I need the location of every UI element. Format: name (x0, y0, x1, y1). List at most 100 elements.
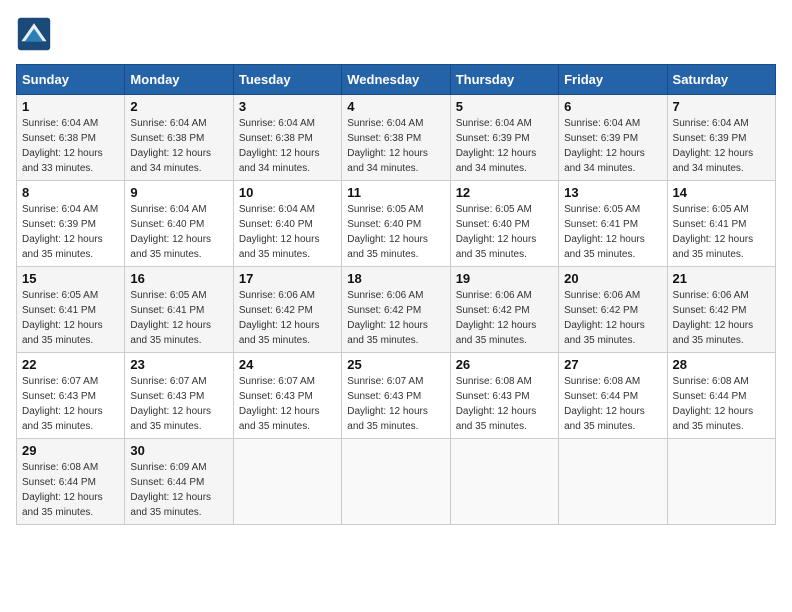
day-detail: Sunrise: 6:05 AM Sunset: 6:41 PM Dayligh… (22, 288, 119, 348)
day-detail: Sunrise: 6:05 AM Sunset: 6:40 PM Dayligh… (347, 202, 444, 262)
empty-cell (342, 439, 450, 525)
day-detail: Sunrise: 6:04 AM Sunset: 6:38 PM Dayligh… (130, 116, 227, 176)
day-cell-1: 1 Sunrise: 6:04 AM Sunset: 6:38 PM Dayli… (17, 95, 125, 181)
calendar-table: Sunday Monday Tuesday Wednesday Thursday… (16, 64, 776, 525)
day-number: 24 (239, 357, 336, 372)
day-number: 19 (456, 271, 553, 286)
day-cell-13: 13 Sunrise: 6:05 AM Sunset: 6:41 PM Dayl… (559, 181, 667, 267)
day-number: 21 (673, 271, 770, 286)
day-detail: Sunrise: 6:05 AM Sunset: 6:41 PM Dayligh… (130, 288, 227, 348)
header-tuesday: Tuesday (233, 65, 341, 95)
day-detail: Sunrise: 6:09 AM Sunset: 6:44 PM Dayligh… (130, 460, 227, 520)
day-cell-12: 12 Sunrise: 6:05 AM Sunset: 6:40 PM Dayl… (450, 181, 558, 267)
day-cell-18: 18 Sunrise: 6:06 AM Sunset: 6:42 PM Dayl… (342, 267, 450, 353)
day-cell-6: 6 Sunrise: 6:04 AM Sunset: 6:39 PM Dayli… (559, 95, 667, 181)
day-number: 22 (22, 357, 119, 372)
day-detail: Sunrise: 6:04 AM Sunset: 6:40 PM Dayligh… (239, 202, 336, 262)
calendar-row: 29 Sunrise: 6:08 AM Sunset: 6:44 PM Dayl… (17, 439, 776, 525)
page-header (16, 16, 776, 52)
day-detail: Sunrise: 6:07 AM Sunset: 6:43 PM Dayligh… (347, 374, 444, 434)
day-number: 3 (239, 99, 336, 114)
day-number: 27 (564, 357, 661, 372)
header-friday: Friday (559, 65, 667, 95)
empty-cell (233, 439, 341, 525)
day-number: 17 (239, 271, 336, 286)
day-cell-27: 27 Sunrise: 6:08 AM Sunset: 6:44 PM Dayl… (559, 353, 667, 439)
day-detail: Sunrise: 6:08 AM Sunset: 6:44 PM Dayligh… (22, 460, 119, 520)
calendar-row: 8 Sunrise: 6:04 AM Sunset: 6:39 PM Dayli… (17, 181, 776, 267)
day-number: 10 (239, 185, 336, 200)
day-number: 8 (22, 185, 119, 200)
day-cell-21: 21 Sunrise: 6:06 AM Sunset: 6:42 PM Dayl… (667, 267, 775, 353)
day-number: 9 (130, 185, 227, 200)
empty-cell (450, 439, 558, 525)
day-detail: Sunrise: 6:04 AM Sunset: 6:39 PM Dayligh… (673, 116, 770, 176)
day-number: 28 (673, 357, 770, 372)
day-detail: Sunrise: 6:06 AM Sunset: 6:42 PM Dayligh… (239, 288, 336, 348)
day-cell-23: 23 Sunrise: 6:07 AM Sunset: 6:43 PM Dayl… (125, 353, 233, 439)
day-number: 25 (347, 357, 444, 372)
day-detail: Sunrise: 6:08 AM Sunset: 6:44 PM Dayligh… (564, 374, 661, 434)
day-detail: Sunrise: 6:07 AM Sunset: 6:43 PM Dayligh… (130, 374, 227, 434)
calendar-row: 15 Sunrise: 6:05 AM Sunset: 6:41 PM Dayl… (17, 267, 776, 353)
day-detail: Sunrise: 6:04 AM Sunset: 6:39 PM Dayligh… (564, 116, 661, 176)
day-cell-8: 8 Sunrise: 6:04 AM Sunset: 6:39 PM Dayli… (17, 181, 125, 267)
day-number: 30 (130, 443, 227, 458)
day-detail: Sunrise: 6:06 AM Sunset: 6:42 PM Dayligh… (673, 288, 770, 348)
day-detail: Sunrise: 6:04 AM Sunset: 6:40 PM Dayligh… (130, 202, 227, 262)
day-cell-20: 20 Sunrise: 6:06 AM Sunset: 6:42 PM Dayl… (559, 267, 667, 353)
day-number: 14 (673, 185, 770, 200)
day-number: 4 (347, 99, 444, 114)
weekday-header-row: Sunday Monday Tuesday Wednesday Thursday… (17, 65, 776, 95)
day-cell-4: 4 Sunrise: 6:04 AM Sunset: 6:38 PM Dayli… (342, 95, 450, 181)
day-cell-25: 25 Sunrise: 6:07 AM Sunset: 6:43 PM Dayl… (342, 353, 450, 439)
day-cell-2: 2 Sunrise: 6:04 AM Sunset: 6:38 PM Dayli… (125, 95, 233, 181)
day-detail: Sunrise: 6:06 AM Sunset: 6:42 PM Dayligh… (564, 288, 661, 348)
day-cell-22: 22 Sunrise: 6:07 AM Sunset: 6:43 PM Dayl… (17, 353, 125, 439)
day-cell-7: 7 Sunrise: 6:04 AM Sunset: 6:39 PM Dayli… (667, 95, 775, 181)
day-detail: Sunrise: 6:05 AM Sunset: 6:41 PM Dayligh… (673, 202, 770, 262)
day-detail: Sunrise: 6:06 AM Sunset: 6:42 PM Dayligh… (456, 288, 553, 348)
day-number: 6 (564, 99, 661, 114)
day-number: 12 (456, 185, 553, 200)
day-detail: Sunrise: 6:04 AM Sunset: 6:38 PM Dayligh… (347, 116, 444, 176)
header-wednesday: Wednesday (342, 65, 450, 95)
day-number: 23 (130, 357, 227, 372)
empty-cell (667, 439, 775, 525)
day-cell-15: 15 Sunrise: 6:05 AM Sunset: 6:41 PM Dayl… (17, 267, 125, 353)
day-number: 5 (456, 99, 553, 114)
day-number: 15 (22, 271, 119, 286)
day-detail: Sunrise: 6:08 AM Sunset: 6:43 PM Dayligh… (456, 374, 553, 434)
logo (16, 16, 56, 52)
day-cell-30: 30 Sunrise: 6:09 AM Sunset: 6:44 PM Dayl… (125, 439, 233, 525)
day-cell-14: 14 Sunrise: 6:05 AM Sunset: 6:41 PM Dayl… (667, 181, 775, 267)
day-cell-19: 19 Sunrise: 6:06 AM Sunset: 6:42 PM Dayl… (450, 267, 558, 353)
day-number: 18 (347, 271, 444, 286)
header-saturday: Saturday (667, 65, 775, 95)
calendar-row: 22 Sunrise: 6:07 AM Sunset: 6:43 PM Dayl… (17, 353, 776, 439)
empty-cell (559, 439, 667, 525)
calendar-row: 1 Sunrise: 6:04 AM Sunset: 6:38 PM Dayli… (17, 95, 776, 181)
day-cell-16: 16 Sunrise: 6:05 AM Sunset: 6:41 PM Dayl… (125, 267, 233, 353)
day-cell-29: 29 Sunrise: 6:08 AM Sunset: 6:44 PM Dayl… (17, 439, 125, 525)
day-number: 2 (130, 99, 227, 114)
day-number: 1 (22, 99, 119, 114)
day-number: 20 (564, 271, 661, 286)
day-cell-11: 11 Sunrise: 6:05 AM Sunset: 6:40 PM Dayl… (342, 181, 450, 267)
day-cell-17: 17 Sunrise: 6:06 AM Sunset: 6:42 PM Dayl… (233, 267, 341, 353)
day-detail: Sunrise: 6:05 AM Sunset: 6:41 PM Dayligh… (564, 202, 661, 262)
logo-icon (16, 16, 52, 52)
day-cell-26: 26 Sunrise: 6:08 AM Sunset: 6:43 PM Dayl… (450, 353, 558, 439)
day-cell-24: 24 Sunrise: 6:07 AM Sunset: 6:43 PM Dayl… (233, 353, 341, 439)
day-number: 26 (456, 357, 553, 372)
header-sunday: Sunday (17, 65, 125, 95)
day-number: 11 (347, 185, 444, 200)
day-number: 16 (130, 271, 227, 286)
day-detail: Sunrise: 6:04 AM Sunset: 6:39 PM Dayligh… (456, 116, 553, 176)
day-detail: Sunrise: 6:08 AM Sunset: 6:44 PM Dayligh… (673, 374, 770, 434)
header-thursday: Thursday (450, 65, 558, 95)
day-detail: Sunrise: 6:07 AM Sunset: 6:43 PM Dayligh… (239, 374, 336, 434)
header-monday: Monday (125, 65, 233, 95)
day-detail: Sunrise: 6:04 AM Sunset: 6:39 PM Dayligh… (22, 202, 119, 262)
day-detail: Sunrise: 6:04 AM Sunset: 6:38 PM Dayligh… (239, 116, 336, 176)
